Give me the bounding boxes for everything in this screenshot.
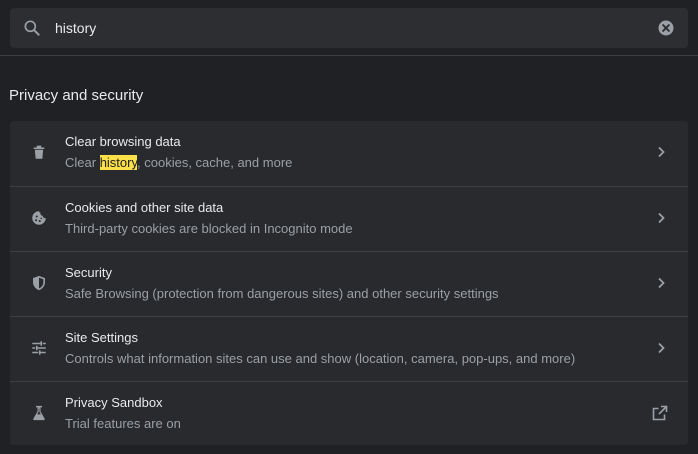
row-subtitle: Trial features are on [65,416,181,431]
row-title: Cookies and other site data [65,200,224,215]
security-row[interactable]: Security Safe Browsing (protection from … [10,251,688,316]
subtitle-text: Clear [65,155,100,170]
privacy-sandbox-row[interactable]: Privacy Sandbox Trial features are on [10,381,688,445]
open-external-icon[interactable] [652,405,668,421]
section-title: Privacy and security [9,87,144,104]
search-input[interactable] [55,8,645,48]
chevron-right-icon [658,342,665,354]
cookies-site-data-row[interactable]: Cookies and other site data Third-party … [10,186,688,251]
flask-icon [33,405,45,421]
search-icon [24,20,40,36]
trash-icon [33,145,45,159]
row-title: Privacy Sandbox [65,395,163,410]
search-highlight: history [99,155,138,170]
clear-search-icon[interactable] [656,18,676,38]
subtitle-text: , cookies, cache, and more [137,155,293,170]
row-subtitle: Clear history, cookies, cache, and more [65,155,292,170]
chevron-right-icon [658,146,665,158]
row-subtitle: Safe Browsing (protection from dangerous… [65,286,499,301]
settings-toolbar [0,0,698,56]
shield-icon [33,275,45,291]
privacy-settings-card: Clear browsing data Clear history, cooki… [10,121,688,445]
row-subtitle: Controls what information sites can use … [65,351,576,366]
row-title: Site Settings [65,330,138,345]
row-title: Security [65,265,112,280]
tune-icon [32,341,46,355]
chevron-right-icon [658,277,665,289]
row-title: Clear browsing data [65,134,181,149]
search-box[interactable] [10,8,688,48]
chevron-right-icon [658,212,665,224]
clear-browsing-data-row[interactable]: Clear browsing data Clear history, cooki… [10,121,688,186]
site-settings-row[interactable]: Site Settings Controls what information … [10,316,688,381]
row-subtitle: Third-party cookies are blocked in Incog… [65,221,353,236]
cookie-icon [32,211,46,225]
